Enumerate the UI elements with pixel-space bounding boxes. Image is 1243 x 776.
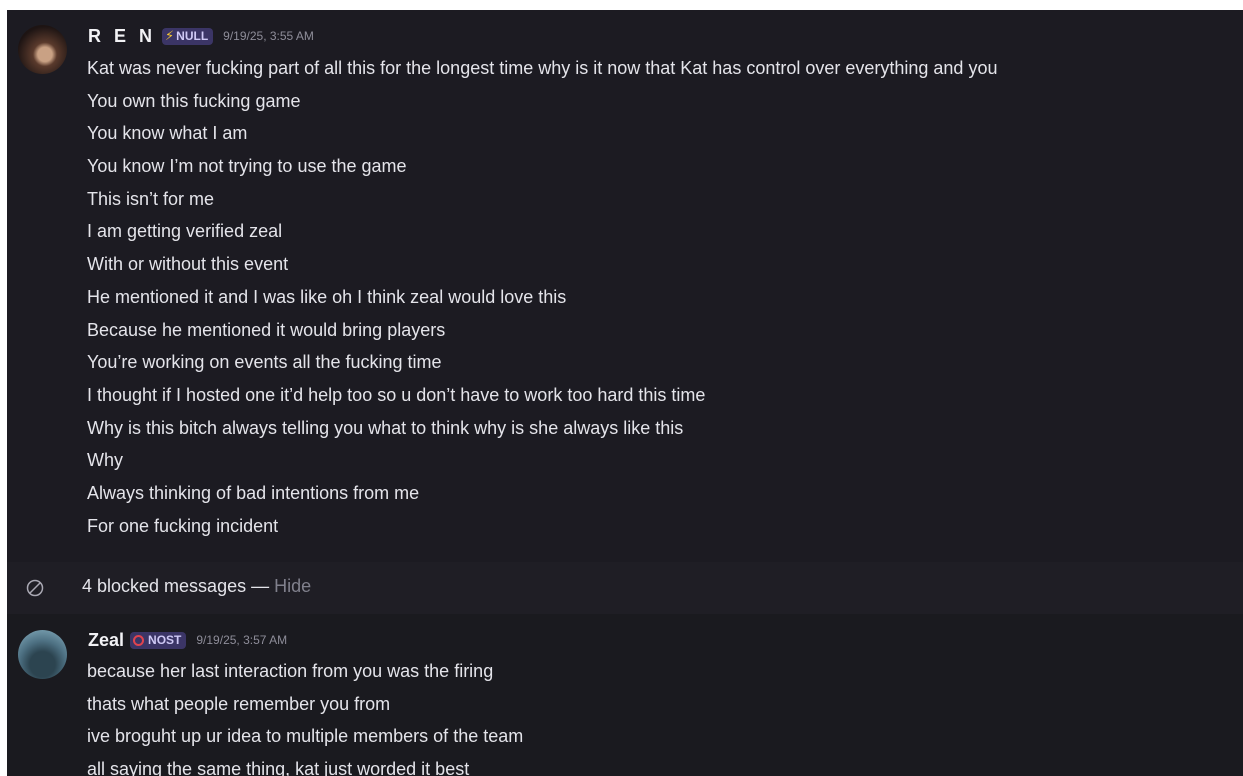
timestamp[interactable]: 9/19/25, 3:57 AM	[196, 633, 287, 647]
message-line: Because he mentioned it would bring play…	[87, 319, 446, 340]
hide-blocked-link[interactable]: Hide	[274, 576, 311, 596]
avatar[interactable]	[18, 630, 67, 679]
message-line: ive broguht up ur idea to multiple membe…	[87, 726, 524, 747]
message-line: because her last interaction from you wa…	[87, 661, 494, 681]
message-line: For one fucking incident	[87, 515, 279, 536]
avatar[interactable]	[18, 25, 67, 74]
message-line: all saying the same thing, kat just word…	[87, 759, 470, 776]
message-group-zeal: Zeal NOST 9/19/25, 3:57 AM because her l…	[7, 614, 1243, 776]
message-line: Why is this bitch always telling you wha…	[87, 417, 684, 438]
message-lines: because her last interaction from you wa…	[87, 655, 523, 776]
message-line: I am getting verified zeal	[87, 221, 283, 242]
blocked-messages-row: 4 blocked messages — Hide	[7, 562, 1243, 614]
message-line: Always thinking of bad intentions from m…	[87, 482, 420, 503]
server-tag[interactable]: NOST	[130, 631, 187, 649]
nost-ring-icon	[133, 634, 145, 646]
server-tag-label: NULL	[176, 29, 209, 43]
message-line: This isn’t for me	[87, 188, 215, 209]
blocked-icon	[26, 579, 44, 597]
message-line: You own this fucking game	[87, 90, 301, 111]
message-line: He mentioned it and I was like oh I thin…	[87, 286, 567, 307]
message-header: R E N ⚡ NULL 9/19/25, 3:55 AM	[88, 25, 314, 47]
server-tag-label: NOST	[148, 633, 182, 647]
chat-panel: R E N ⚡ NULL 9/19/25, 3:55 AM Kat was ne…	[7, 10, 1243, 776]
username[interactable]: Zeal	[88, 630, 124, 651]
message-line: You know I’m not trying to use the game	[87, 156, 407, 177]
message-lines: Kat was never fucking part of all this f…	[87, 52, 997, 542]
message-line: I thought if I hosted one it’d help too …	[87, 384, 706, 405]
blocked-messages-label: 4 blocked messages — Hide	[82, 576, 311, 597]
message-line: You’re working on events all the fucking…	[87, 352, 442, 373]
message-group-ren: R E N ⚡ NULL 9/19/25, 3:55 AM Kat was ne…	[7, 10, 1243, 562]
message-line: thats what people remember you from	[87, 693, 391, 714]
message-line: Kat was never fucking part of all this f…	[87, 58, 998, 78]
username[interactable]: R E N	[88, 26, 156, 47]
message-line: You know what I am	[87, 123, 248, 144]
message-line: Why	[87, 450, 123, 471]
message-line: With or without this event	[87, 254, 289, 275]
message-header: Zeal NOST 9/19/25, 3:57 AM	[88, 629, 287, 651]
blocked-count-text: 4 blocked messages —	[82, 576, 275, 596]
lightning-bolt-icon: ⚡	[165, 28, 175, 43]
timestamp[interactable]: 9/19/25, 3:55 AM	[223, 29, 314, 43]
server-tag[interactable]: ⚡ NULL	[162, 27, 214, 45]
